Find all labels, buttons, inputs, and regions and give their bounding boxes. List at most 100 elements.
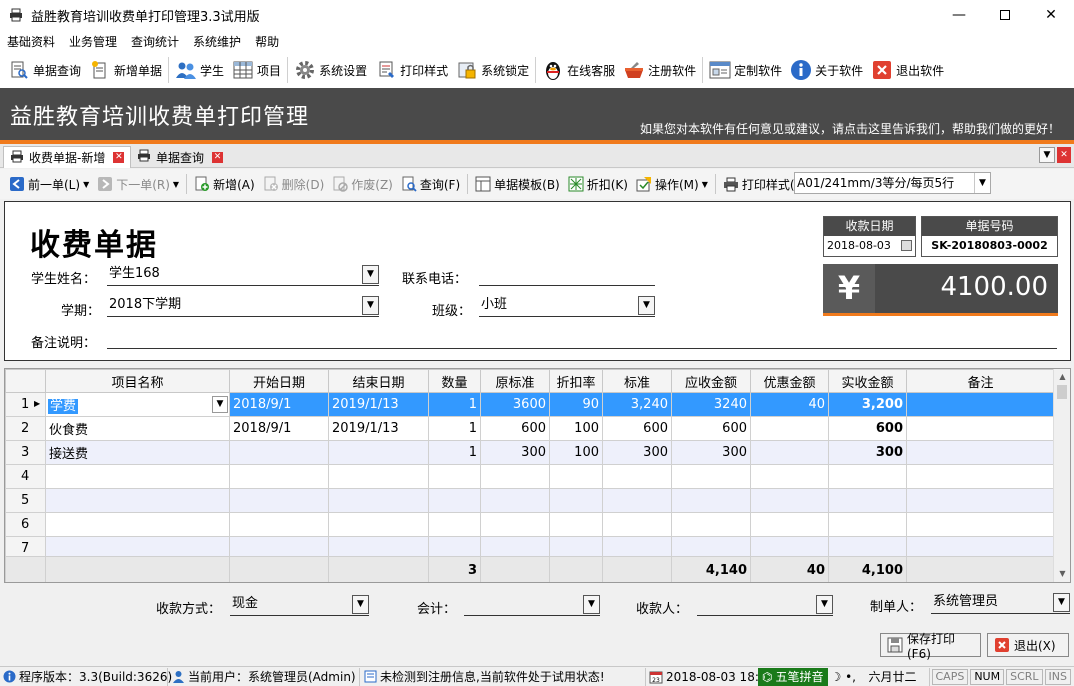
receivable-cell[interactable]: 600 <box>671 416 751 441</box>
received-cell[interactable] <box>828 464 907 489</box>
original-price-cell[interactable]: 600 <box>480 416 550 441</box>
scroll-up-icon[interactable]: ▲ <box>1054 369 1070 385</box>
tab-new-receipt[interactable]: 收费单据-新增 ✕ <box>3 146 132 168</box>
remark-cell[interactable] <box>906 416 1055 441</box>
menu-query-stats[interactable]: 查询统计 <box>124 33 186 50</box>
toolbar-settings-button[interactable]: 系统设置 <box>290 55 371 85</box>
tab-close-icon[interactable]: ✕ <box>113 152 125 163</box>
quantity-cell[interactable] <box>428 488 481 513</box>
close-window-button[interactable]: ✕ <box>1028 0 1074 30</box>
end-date-cell[interactable]: 2019/1/13 <box>328 416 429 441</box>
start-date-cell[interactable] <box>229 512 329 537</box>
ime-indicator[interactable]: ⌬ 五笔拼音 <box>758 667 828 686</box>
remark-cell[interactable] <box>906 512 1055 537</box>
menu-help[interactable]: 帮助 <box>248 33 286 50</box>
start-date-cell[interactable]: 2018/9/1 <box>229 392 329 417</box>
menu-system[interactable]: 系统维护 <box>186 33 248 50</box>
close-all-tabs-button[interactable]: ✕ <box>1057 147 1071 163</box>
menu-business[interactable]: 业务管理 <box>62 33 124 50</box>
maximize-button[interactable] <box>982 0 1028 30</box>
standard-cell[interactable]: 3,240 <box>602 392 672 417</box>
receivable-cell[interactable] <box>671 512 751 537</box>
note-input[interactable] <box>107 329 1057 349</box>
end-date-cell[interactable] <box>328 488 429 513</box>
minimize-button[interactable]: — <box>936 0 982 30</box>
print-format-select[interactable]: A01/241mm/3等分/每页5行 ▼ <box>794 172 991 194</box>
quantity-cell[interactable] <box>428 464 481 489</box>
row-header[interactable]: 2 <box>5 416 46 441</box>
table-row[interactable]: 3 接送费 1 300 100 300 300 300 <box>5 440 1055 465</box>
received-cell[interactable] <box>828 488 907 513</box>
standard-cell[interactable] <box>602 488 672 513</box>
toolbar-items-button[interactable]: 项目 <box>228 55 285 85</box>
save-print-button[interactable]: 保存打印(F6) <box>880 632 981 661</box>
template-button[interactable]: 单据模板(B) <box>471 172 564 196</box>
received-cell[interactable]: 300 <box>828 440 907 465</box>
item-name-cell[interactable] <box>45 512 230 537</box>
discount-rate-cell[interactable] <box>549 464 603 489</box>
col-end-date[interactable]: 结束日期 <box>328 369 429 393</box>
tab-close-icon[interactable]: ✕ <box>212 151 224 163</box>
col-quantity[interactable]: 数量 <box>428 369 481 393</box>
row-header[interactable]: 3 <box>5 440 46 465</box>
remark-cell[interactable] <box>906 392 1055 417</box>
row-header[interactable]: 1 ▶ <box>5 392 46 417</box>
query-button[interactable]: 查询(F) <box>397 172 464 196</box>
term-select[interactable]: 2018下学期 ▼ <box>107 295 379 317</box>
remark-cell[interactable] <box>906 440 1055 465</box>
table-row[interactable]: 6 <box>5 512 1055 537</box>
discount-rate-cell[interactable]: 100 <box>549 440 603 465</box>
toolbar-print-style-button[interactable]: 打印样式 <box>371 55 452 85</box>
received-cell[interactable] <box>828 512 907 537</box>
original-price-cell[interactable]: 300 <box>480 440 550 465</box>
toolbar-students-button[interactable]: 学生 <box>171 55 228 85</box>
toolbar-lock-button[interactable]: 系统锁定 <box>452 55 533 85</box>
standard-cell[interactable]: 300 <box>602 440 672 465</box>
col-item-name[interactable]: 项目名称 <box>45 369 230 393</box>
void-button[interactable]: 作废(Z) <box>328 172 397 196</box>
row-header[interactable]: 6 <box>5 512 46 537</box>
col-received[interactable]: 实收金额 <box>828 369 907 393</box>
receivable-cell[interactable] <box>671 488 751 513</box>
quantity-cell[interactable]: 1 <box>428 440 481 465</box>
receivable-cell[interactable]: 300 <box>671 440 751 465</box>
scroll-thumb[interactable] <box>1057 385 1067 399</box>
table-row[interactable]: 5 <box>5 488 1055 513</box>
pay-method-select[interactable]: 现金 ▼ <box>230 594 369 616</box>
date-picker[interactable]: 2018-08-03 <box>824 236 915 256</box>
table-row[interactable]: 4 <box>5 464 1055 489</box>
original-price-cell[interactable] <box>480 464 550 489</box>
discount-amount-cell[interactable] <box>750 488 829 513</box>
standard-cell[interactable]: 600 <box>602 416 672 441</box>
discount-rate-cell[interactable]: 100 <box>549 416 603 441</box>
discount-amount-cell[interactable] <box>750 464 829 489</box>
add-button[interactable]: 新增(A) <box>190 172 259 196</box>
table-row[interactable]: 1 ▶ 学费 ▼ 2018/9/1 2019/1/13 1 3600 90 3,24… <box>5 392 1055 417</box>
col-remark[interactable]: 备注 <box>906 369 1055 393</box>
accountant-select[interactable]: ▼ <box>464 594 600 616</box>
discount-amount-cell[interactable] <box>750 416 829 441</box>
discount-amount-cell[interactable]: 40 <box>750 392 829 417</box>
phone-input[interactable] <box>479 266 655 286</box>
col-discount-rate[interactable]: 折扣率 <box>549 369 603 393</box>
original-price-cell[interactable] <box>480 488 550 513</box>
end-date-cell[interactable] <box>328 464 429 489</box>
discount-amount-cell[interactable] <box>750 512 829 537</box>
tab-document-query[interactable]: 单据查询 ✕ <box>131 146 229 168</box>
original-price-cell[interactable]: 3600 <box>480 392 550 417</box>
standard-cell[interactable] <box>602 464 672 489</box>
scroll-down-icon[interactable]: ▼ <box>1054 566 1070 582</box>
end-date-cell[interactable]: 2019/1/13 <box>328 392 429 417</box>
menu-basic-data[interactable]: 基础资料 <box>0 33 62 50</box>
toolbar-exit-button[interactable]: 退出软件 <box>867 55 948 85</box>
received-cell[interactable]: 3,200 <box>828 392 907 417</box>
maker-select[interactable]: 系统管理员 ▼ <box>931 592 1070 614</box>
discount-rate-cell[interactable] <box>549 512 603 537</box>
discount-button[interactable]: 折扣(K) <box>564 172 632 196</box>
item-name-cell[interactable]: 学费 ▼ <box>45 392 230 417</box>
col-receivable[interactable]: 应收金额 <box>671 369 751 393</box>
start-date-cell[interactable] <box>229 440 329 465</box>
exit-button[interactable]: 退出(X) <box>987 633 1069 657</box>
item-name-cell[interactable]: 接送费 <box>45 440 230 465</box>
col-start-date[interactable]: 开始日期 <box>229 369 329 393</box>
